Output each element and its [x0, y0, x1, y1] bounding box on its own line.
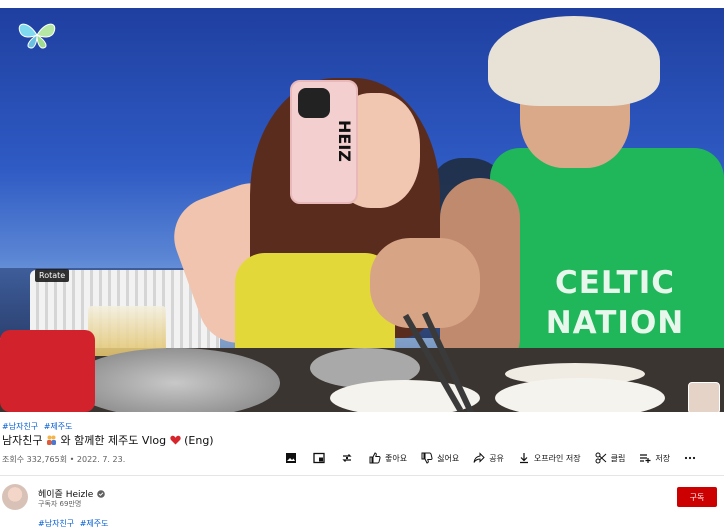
shirt-text: CELTIC NATION — [520, 263, 710, 343]
channel-avatar[interactable] — [2, 484, 28, 510]
video-phone: HEIZ — [290, 80, 358, 204]
subscriber-count: 구독자 69만명 — [38, 500, 82, 508]
video-corner-thumbnail[interactable] — [688, 382, 720, 412]
share-label: 공유 — [489, 453, 504, 463]
more-actions-icon[interactable] — [684, 452, 696, 464]
video-meta: 조회수 332,765회 • 2022. 7. 23. — [2, 454, 125, 465]
hashtags-top: #남자친구 #제주도 — [2, 421, 76, 432]
title-part3: (Eng) — [184, 434, 214, 447]
image-icon[interactable] — [285, 452, 297, 464]
video-grill-pot — [70, 348, 280, 412]
dislike-button[interactable]: 싫어요 — [421, 452, 459, 464]
hashtags-bottom: #남자친구 #제주도 — [38, 518, 112, 529]
action-bar: 좋아요 싫어요 공유 오프라인 저장 클립 저장 — [285, 450, 696, 466]
download-icon — [519, 453, 528, 464]
meta-separator: • — [69, 455, 77, 464]
hashtag-link[interactable]: #남자친구 — [2, 422, 38, 431]
autoplay-icon[interactable] — [341, 452, 353, 464]
scissors-icon — [595, 452, 606, 464]
couple-emoji-icon — [46, 435, 56, 445]
share-icon — [473, 452, 485, 463]
like-label: 좋아요 — [385, 453, 408, 463]
offline-save-label: 오프라인 저장 — [533, 453, 581, 463]
share-button[interactable]: 공유 — [473, 452, 504, 464]
video-player[interactable]: HEIZ CELTIC NATION Rotate — [0, 8, 724, 412]
title-part2: 와 함께한 제주도 Vlog — [60, 434, 167, 447]
offline-save-button[interactable]: 오프라인 저장 — [518, 452, 581, 464]
subscribe-button[interactable]: 구독 — [677, 487, 717, 507]
hashtag-link[interactable]: #제주도 — [80, 519, 109, 528]
view-count: 조회수 332,765회 — [2, 455, 68, 464]
video-title: 남자친구 와 함께한 제주도 Vlog (Eng) — [2, 432, 214, 448]
video-man-hat — [488, 16, 660, 106]
upload-date: 2022. 7. 23. — [76, 455, 126, 464]
verified-check-icon — [97, 489, 106, 498]
clip-label: 클립 — [610, 453, 626, 463]
hashtag-link[interactable]: #제주도 — [44, 422, 73, 431]
clip-button[interactable]: 클립 — [595, 452, 626, 464]
phone-camera — [298, 88, 330, 118]
save-button[interactable]: 저장 — [639, 452, 670, 464]
shirt-text-line2: NATION — [545, 305, 685, 341]
title-part1: 남자친구 — [2, 434, 43, 447]
thumbs-down-icon — [421, 452, 433, 464]
video-red-cup — [0, 330, 95, 412]
miniplayer-icon[interactable] — [313, 452, 325, 464]
save-label: 저장 — [655, 453, 671, 463]
divider — [0, 475, 724, 476]
hashtag-link[interactable]: #남자친구 — [38, 519, 74, 528]
video-dish — [495, 378, 665, 412]
heart-emoji-icon — [169, 435, 181, 445]
butterfly-logo-icon — [18, 23, 56, 49]
phone-case-text: HEIZ — [335, 120, 354, 162]
shirt-text-line1: CELTIC — [555, 265, 675, 301]
rotate-tooltip: Rotate — [35, 269, 70, 282]
dislike-label: 싫어요 — [437, 453, 460, 463]
thumbs-up-icon — [369, 452, 381, 464]
playlist-add-icon — [640, 454, 651, 463]
like-button[interactable]: 좋아요 — [369, 452, 407, 464]
